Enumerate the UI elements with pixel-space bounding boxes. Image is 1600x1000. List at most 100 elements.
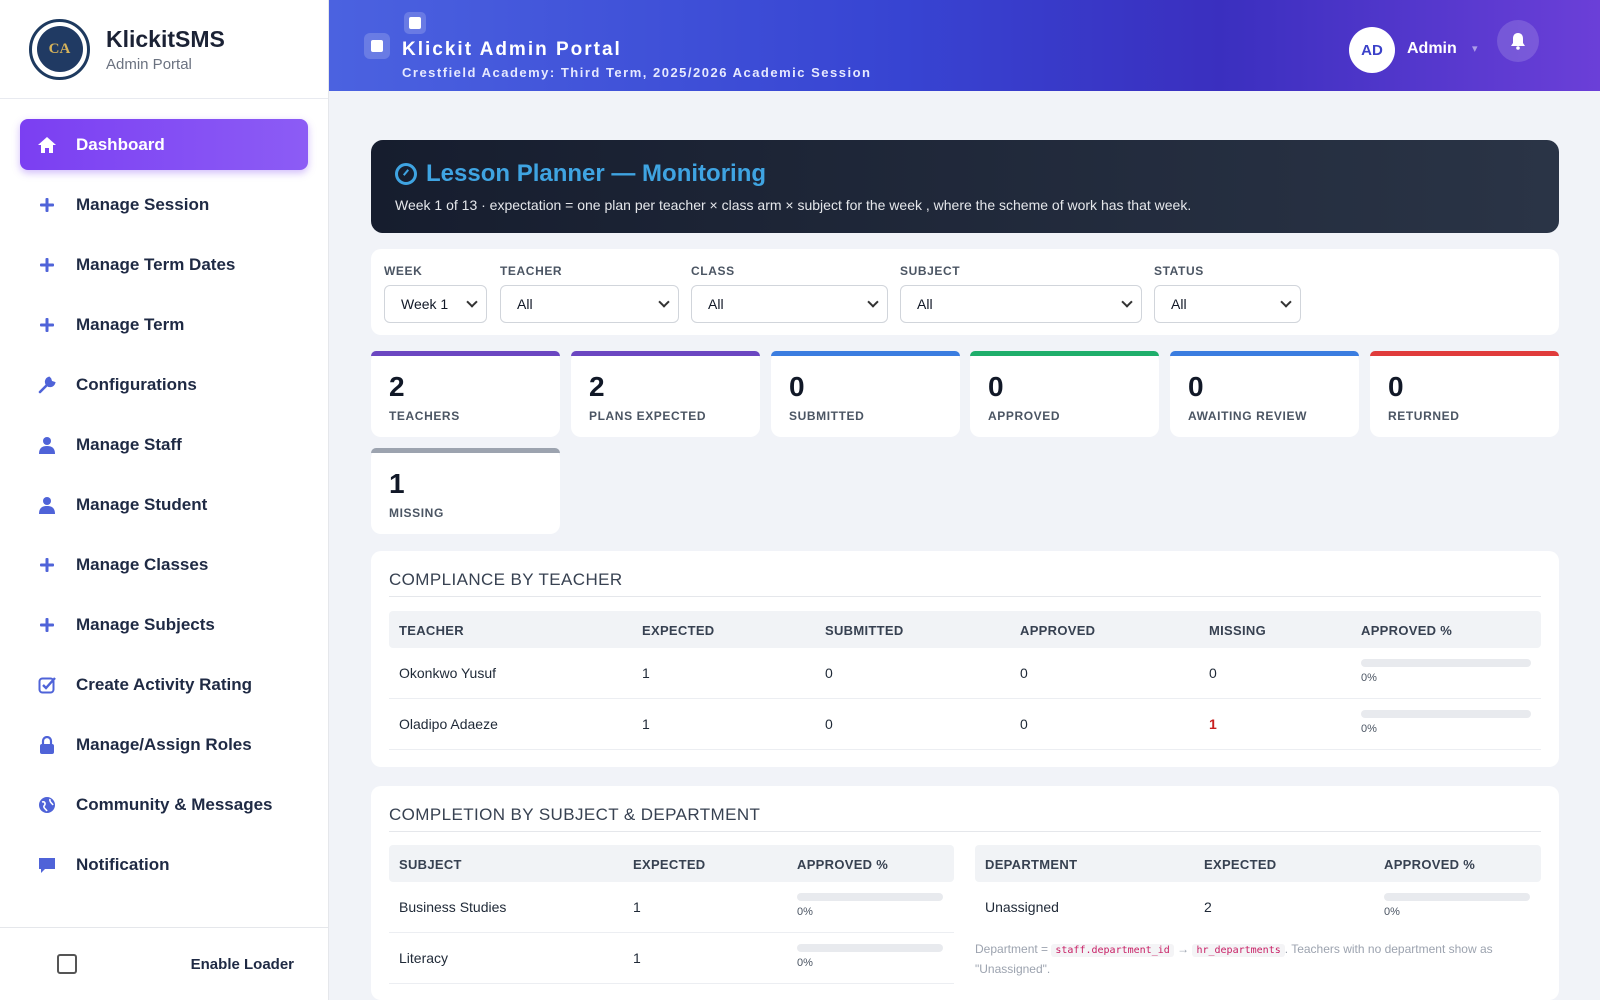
monitoring-banner: Lesson Planner — Monitoring Week 1 of 13… (371, 140, 1559, 233)
stat-label: AWAITING REVIEW (1188, 409, 1308, 423)
stat-card-plans-expected: 2 PLANS EXPECTED (571, 351, 760, 437)
lock-icon (37, 735, 57, 755)
code-snippet: staff.department_id (1051, 944, 1174, 957)
plus-icon (37, 555, 57, 575)
sidebar-item-manage-term[interactable]: Manage Term (20, 299, 308, 350)
enable-loader-label: Enable Loader (190, 955, 294, 973)
sidebar-item-create-activity-rating[interactable]: Create Activity Rating (20, 659, 308, 710)
sidebar-item-manage-classes[interactable]: Manage Classes (20, 539, 308, 590)
sidebar-item-manage-assign-roles[interactable]: Manage/Assign Roles (20, 719, 308, 770)
sidebar-item-configurations[interactable]: Configurations (20, 359, 308, 410)
stat-label: APPROVED (988, 409, 1061, 423)
user-menu[interactable]: Admin (1407, 40, 1457, 58)
completion-title: COMPLETION BY SUBJECT & DEPARTMENT (389, 805, 761, 824)
sidebar-item-dashboard[interactable]: Dashboard (20, 119, 308, 170)
approved-percent: 0% (1361, 723, 1377, 735)
approved-progress-bar (1361, 659, 1531, 667)
submitted-count: 0 (825, 665, 833, 681)
user-icon (37, 435, 57, 455)
class-filter: CLASS All (691, 264, 888, 323)
teacher-name: Oladipo Adaeze (399, 716, 498, 732)
check-square-icon (37, 675, 57, 695)
brand-name: KlickitSMS (106, 25, 225, 52)
class-select[interactable]: All (691, 285, 888, 323)
filters-bar: WEEK Week 1 TEACHER All CLASS All SUBJEC… (371, 249, 1559, 335)
approved-count: 0 (1020, 716, 1028, 732)
chevron-down-icon[interactable]: ▾ (1472, 42, 1478, 55)
gauge-icon (395, 163, 417, 185)
table-row: Oladipo Adaeze 1 0 0 1 0% (389, 699, 1541, 750)
expected-count: 1 (642, 665, 650, 681)
stat-value: 0 (1188, 371, 1204, 402)
avatar[interactable]: AD (1349, 27, 1395, 73)
stat-value: 2 (389, 371, 405, 402)
approved-percent: 0% (797, 957, 813, 969)
sidebar-item-manage-subjects[interactable]: Manage Subjects (20, 599, 308, 650)
table-row: Unassigned 2 0% (975, 882, 1541, 933)
column-header: EXPECTED (642, 623, 715, 638)
table-row: Okonkwo Yusuf 1 0 0 0 0% (389, 648, 1541, 699)
compliance-panel: COMPLIANCE BY TEACHER TEACHER EXPECTED S… (371, 551, 1559, 767)
stat-value: 0 (988, 371, 1004, 402)
expected-count: 1 (633, 899, 641, 915)
sidebar-item-manage-student[interactable]: Manage Student (20, 479, 308, 530)
plus-icon (37, 315, 57, 335)
approved-percent: 0% (1361, 672, 1377, 684)
stat-value: 2 (589, 371, 605, 402)
bell-icon[interactable] (1497, 20, 1539, 62)
sidebar-item-label: Manage Student (76, 494, 208, 514)
sidebar-item-label: Manage Term Dates (76, 254, 236, 274)
enable-loader-checkbox[interactable] (57, 954, 77, 974)
status-select[interactable]: All (1154, 285, 1301, 323)
column-header: APPROVED % (1384, 857, 1476, 872)
stat-label: TEACHERS (389, 409, 460, 423)
sidebar-item-label: Notification (76, 854, 170, 874)
department-table-header: DEPARTMENT EXPECTED APPROVED % (975, 845, 1541, 882)
approved-count: 0 (1020, 665, 1028, 681)
week-filter: WEEK Week 1 (384, 264, 487, 323)
column-header: APPROVED % (797, 857, 889, 872)
subject-filter: SUBJECT All (900, 264, 1142, 323)
plus-icon (37, 615, 57, 635)
sidebar-nav: Dashboard Manage Session Manage Term Dates… (0, 99, 328, 950)
table-row: Business Studies 1 0% (389, 882, 954, 933)
sidebar-item-manage-session[interactable]: Manage Session (20, 179, 308, 230)
sidebar-item-notification[interactable]: Notification (20, 839, 308, 890)
week-select[interactable]: Week 1 (384, 285, 487, 323)
stat-card-teachers: 2 TEACHERS (371, 351, 560, 437)
sidebar-item-label: Manage Staff (76, 434, 182, 454)
column-header: SUBMITTED (825, 623, 904, 638)
top-header: Klickit Admin Portal Crestfield Academy:… (329, 0, 1600, 91)
subject-name: Business Studies (399, 899, 507, 915)
subject-select[interactable]: All (900, 285, 1142, 323)
sidebar-item-label: Dashboard (76, 134, 165, 154)
sidebar-item-label: Manage Session (76, 194, 210, 214)
stat-card-returned: 0 RETURNED (1370, 351, 1559, 437)
column-header: APPROVED % (1361, 623, 1453, 638)
teacher-name: Okonkwo Yusuf (399, 665, 497, 681)
stat-card-approved: 0 APPROVED (970, 351, 1159, 437)
column-header: EXPECTED (633, 857, 706, 872)
submitted-count: 0 (825, 716, 833, 732)
sidebar-item-manage-staff[interactable]: Manage Staff (20, 419, 308, 470)
table-row: Literacy 1 0% (389, 933, 954, 984)
stat-card-submitted: 0 SUBMITTED (771, 351, 960, 437)
sidebar-item-manage-term-dates[interactable]: Manage Term Dates (20, 239, 308, 290)
teacher-select[interactable]: All (500, 285, 679, 323)
sidebar-item-label: Manage Term (76, 314, 185, 334)
column-header: MISSING (1209, 623, 1266, 638)
user-icon (37, 495, 57, 515)
approved-progress-bar (797, 893, 943, 901)
sidebar-item-community-messages[interactable]: Community & Messages (20, 779, 308, 830)
compliance-title: COMPLIANCE BY TEACHER (389, 570, 623, 589)
filter-label: SUBJECT (900, 264, 961, 278)
stat-label: MISSING (389, 506, 444, 520)
calendar-icon (364, 33, 390, 59)
brand: CA KlickitSMS Admin Portal (0, 0, 328, 99)
filter-label: CLASS (691, 264, 735, 278)
calendar-icon (404, 12, 426, 34)
approved-progress-bar (1384, 893, 1530, 901)
approved-progress-bar (797, 944, 943, 952)
filter-label: TEACHER (500, 264, 563, 278)
banner-title: Lesson Planner — Monitoring (426, 160, 767, 187)
